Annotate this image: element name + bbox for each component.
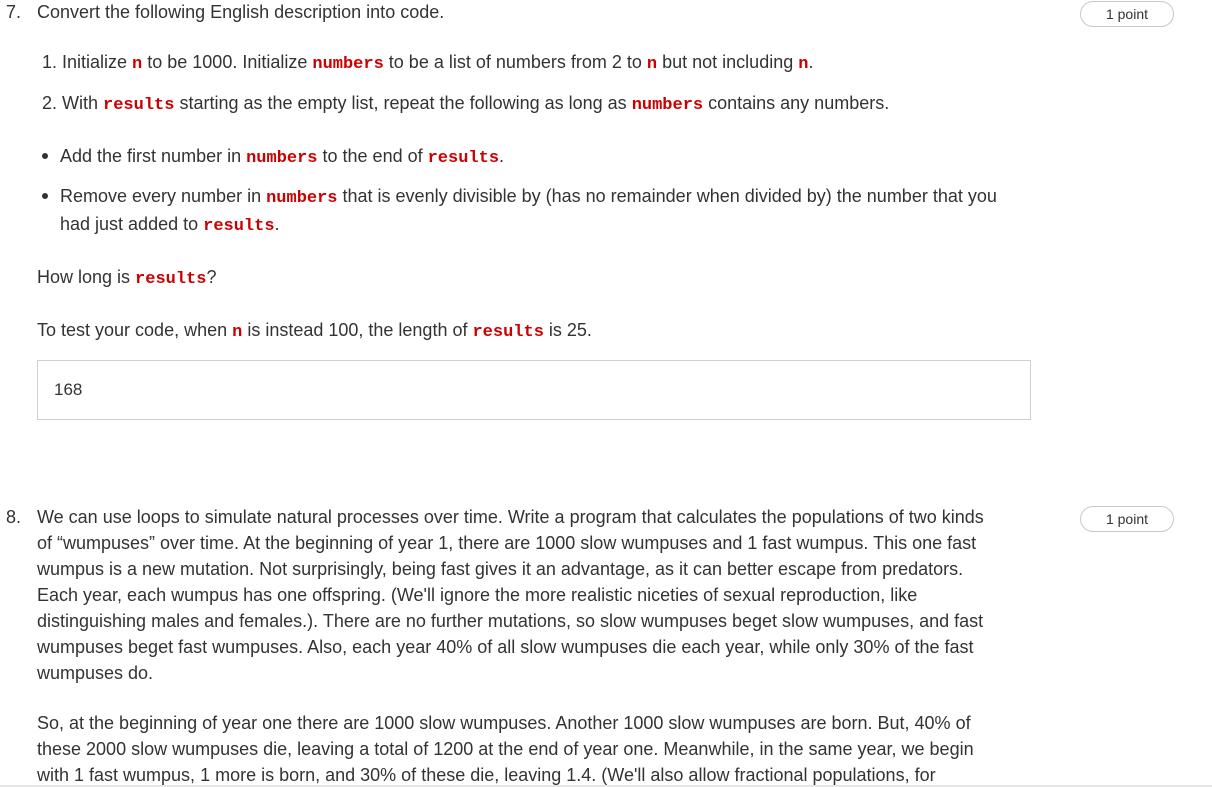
- code-token: n: [646, 55, 658, 74]
- bullet-text: .: [274, 214, 280, 234]
- test-hint: To test your code, when n is instead 100…: [37, 320, 592, 342]
- description-line: wumpuses do.: [37, 663, 154, 683]
- code-token: results: [472, 323, 544, 342]
- bullet-text: had just added to: [60, 214, 204, 234]
- description-line: distinguishing males and females.). Ther…: [37, 611, 984, 631]
- bullet-icon: [42, 153, 48, 159]
- code-token: numbers: [631, 96, 704, 115]
- prompt-text: How long is: [37, 267, 136, 287]
- question-example: So, at the beginning of year one there a…: [37, 710, 1027, 787]
- step-text: 1. Initialize: [42, 52, 133, 72]
- code-token: numbers: [246, 149, 318, 168]
- code-token: results: [135, 270, 207, 289]
- code-token: numbers: [266, 189, 338, 208]
- code-token: results: [427, 149, 500, 168]
- prompt-text: ?: [206, 267, 217, 287]
- bullet-text: .: [499, 146, 505, 166]
- example-line: these 2000 slow wumpuses die, leaving a …: [37, 739, 974, 759]
- description-line: of “wumpuses” over time. At the beginnin…: [37, 533, 977, 553]
- question-prompt: How long is results?: [37, 267, 216, 289]
- step-text: 2. With: [42, 93, 104, 113]
- step-2: 2. With results starting as the empty li…: [42, 93, 889, 115]
- description-line: Each year, each wumpus has one offspring…: [37, 585, 918, 605]
- bullet-text: that is evenly divisible by (has no rema…: [337, 186, 997, 206]
- step-text: contains any numbers.: [703, 93, 890, 113]
- step-text: to be 1000. Initialize: [142, 52, 313, 72]
- bullet-text: to the end of: [317, 146, 428, 166]
- bullet-2: Remove every number in numbers that is e…: [60, 186, 997, 208]
- example-line: with 1 fast wumpus, 1 more is born, and …: [37, 765, 936, 785]
- code-token: numbers: [312, 55, 384, 74]
- code-token: n: [798, 55, 809, 74]
- bullet-text: Add the first number in: [60, 146, 247, 166]
- example-line: So, at the beginning of year one there a…: [37, 713, 971, 733]
- question-number: 7.: [6, 2, 22, 22]
- step-text: .: [808, 52, 814, 72]
- hint-text: To test your code, when: [37, 320, 233, 340]
- answer-value: 168: [54, 380, 83, 399]
- description-line: wumpuses beget fast wumpuses. Also, each…: [37, 637, 974, 657]
- answer-input[interactable]: 168: [37, 360, 1031, 420]
- hint-text: is 25.: [543, 320, 592, 340]
- code-token: results: [103, 96, 175, 115]
- bullet-2-continued: had just added to results.: [60, 214, 280, 236]
- code-token: n: [132, 55, 143, 74]
- hint-text: is instead 100, the length of: [242, 320, 473, 340]
- step-text: to be a list of numbers from 2 to: [383, 52, 647, 72]
- bullet-text: Remove every number in: [60, 186, 267, 206]
- question-number: 8.: [6, 507, 22, 527]
- code-token: n: [232, 323, 243, 342]
- step-text: starting as the empty list, repeat the f…: [174, 93, 632, 113]
- bullet-icon: [42, 193, 48, 199]
- description-line: We can use loops to simulate natural pro…: [37, 507, 984, 527]
- step-text: but not including: [657, 52, 799, 72]
- description-line: wumpus is a new mutation. Not surprising…: [37, 559, 964, 579]
- question-title: Convert the following English descriptio…: [37, 2, 445, 22]
- points-badge: 1 point: [1080, 1, 1174, 27]
- question-description: We can use loops to simulate natural pro…: [37, 504, 1027, 686]
- points-badge: 1 point: [1080, 506, 1174, 532]
- step-1: 1. Initialize n to be 1000. Initialize n…: [42, 52, 813, 74]
- bullet-1: Add the first number in numbers to the e…: [60, 146, 504, 168]
- code-token: results: [203, 217, 275, 236]
